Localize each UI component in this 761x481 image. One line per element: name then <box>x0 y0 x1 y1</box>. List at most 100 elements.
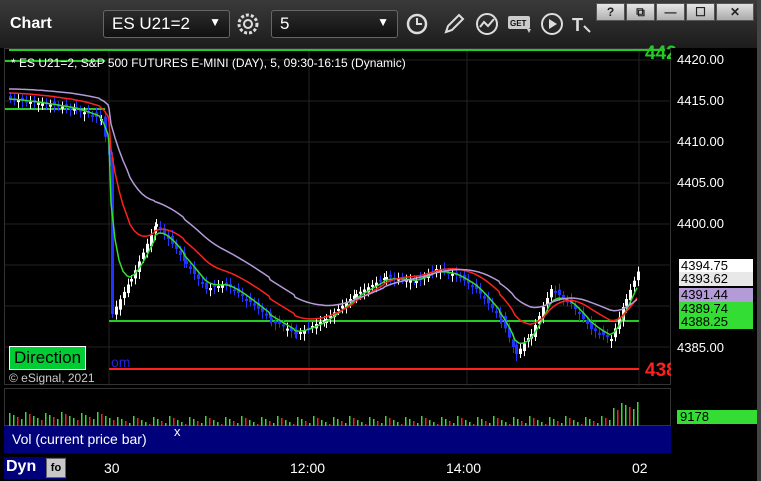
volume-bar <box>569 418 571 426</box>
volume-bar <box>533 418 535 426</box>
close-icon[interactable]: x <box>174 424 181 439</box>
volume-bar <box>629 407 631 426</box>
time-tick: 12:00 <box>290 460 326 476</box>
get-icon[interactable]: GET <box>506 10 534 38</box>
chart-description: * ES U21=2, S&P 500 FUTURES E-MINI (DAY)… <box>11 56 406 70</box>
price-axis[interactable]: 4420.00 4415.00 4410.00 4405.00 4400.00 … <box>671 48 757 385</box>
volume-bar <box>425 418 427 426</box>
volume-bar <box>353 418 355 426</box>
volume-bar <box>601 416 603 426</box>
candle-body <box>341 305 344 309</box>
candle-body <box>119 299 122 310</box>
volume-bar <box>17 417 19 426</box>
chevron-down-icon: ▼ <box>209 15 221 29</box>
volume-bar <box>369 417 371 426</box>
direction-label: Direction <box>9 346 87 370</box>
volume-study-bar[interactable]: Vol (current price bar) x <box>4 424 671 453</box>
price-tick: 4400.00 <box>677 216 724 231</box>
maximize-icon: ☐ <box>695 5 706 19</box>
volume-bar <box>229 419 231 426</box>
volume-bar <box>25 412 27 426</box>
price-tick: 4415.00 <box>677 93 724 108</box>
volume-bar <box>117 417 119 426</box>
candle-body <box>265 313 268 316</box>
app-title: Chart <box>10 15 52 32</box>
candle-body <box>471 285 474 288</box>
volume-bar <box>61 412 63 426</box>
volume-bar <box>21 419 23 426</box>
maximize-button[interactable]: ☐ <box>686 3 715 21</box>
play-icon[interactable] <box>538 10 566 38</box>
volume-bar <box>89 417 91 426</box>
volume-bar <box>109 418 111 426</box>
fo-icon[interactable]: fo <box>46 458 66 478</box>
candle-body <box>61 106 64 109</box>
volume-study-label: Vol (current price bar) <box>12 431 147 447</box>
volume-bar <box>121 419 123 426</box>
volume-bar <box>65 414 67 426</box>
volume-bar <box>33 416 35 426</box>
copyright: © eSignal, 2021 <box>9 371 95 385</box>
candle-body <box>633 280 636 287</box>
volume-bar <box>565 416 567 426</box>
candle-body <box>155 224 158 227</box>
candle-body <box>282 324 285 327</box>
volume-bar <box>245 418 247 426</box>
candle-body <box>91 115 94 117</box>
help-button[interactable]: ? <box>596 3 625 21</box>
volume-bar <box>589 419 591 426</box>
study-icon[interactable] <box>473 10 501 38</box>
volume-bar <box>585 417 587 426</box>
volume-bar <box>313 416 315 426</box>
volume-bar <box>389 418 391 426</box>
clock-icon[interactable] <box>403 10 431 38</box>
chevron-down-icon: ▼ <box>377 15 389 29</box>
volume-bar <box>617 410 619 426</box>
symbol-input[interactable]: ES U21=2 ▼ <box>103 10 230 38</box>
volume-bar <box>517 419 519 426</box>
candle-body <box>245 299 248 301</box>
volume-bar <box>157 419 159 426</box>
volume-bar <box>37 418 39 426</box>
time-axis[interactable]: Dyn fo 30 12:00 14:00 02 <box>0 455 761 481</box>
interval-select[interactable]: 5 ▼ <box>271 10 398 38</box>
restore-icon: ⧉ <box>636 4 645 19</box>
candle-body <box>415 281 418 283</box>
price-tick: 4420.00 <box>677 52 724 67</box>
volume-bar <box>53 417 55 426</box>
candle-body <box>451 273 454 276</box>
volume-bar <box>137 418 139 426</box>
volume-bar <box>265 419 267 426</box>
volume-bar <box>301 419 303 426</box>
chart-canvas <box>5 49 672 386</box>
close-button[interactable]: ✕ <box>716 3 754 21</box>
candle-body <box>209 288 212 291</box>
dynamic-button[interactable]: Dyn fo <box>4 457 66 479</box>
pencil-icon[interactable] <box>440 10 468 38</box>
volume-bar <box>333 417 335 426</box>
candle-body <box>625 299 628 306</box>
candle-body <box>483 296 486 299</box>
price-chart[interactable]: * ES U21=2, S&P 500 FUTURES E-MINI (DAY)… <box>4 43 677 386</box>
price-tick: 4410.00 <box>677 134 724 149</box>
candle-body <box>49 104 52 107</box>
candle-body <box>123 291 126 299</box>
ma-tag-purple: 4391.44 <box>679 288 753 302</box>
candle-body <box>606 335 609 337</box>
ma-tag-white: 4393.62 <box>679 272 753 286</box>
volume-bar <box>421 416 423 426</box>
volume-bar <box>105 416 107 426</box>
volume-canvas <box>9 402 639 426</box>
refresh-gear-icon[interactable] <box>234 10 262 38</box>
volume-bar <box>549 417 551 426</box>
candle-body <box>217 286 220 288</box>
volume-bar <box>97 412 99 426</box>
minimize-button[interactable]: — <box>656 3 685 21</box>
volume-bar <box>49 415 51 426</box>
volume-pane[interactable] <box>4 388 671 426</box>
volume-bar <box>93 419 95 426</box>
volume-bar <box>57 419 59 426</box>
restore-button[interactable]: ⧉ <box>626 3 655 21</box>
volume-bar <box>385 416 387 426</box>
text-icon[interactable]: T <box>568 10 596 38</box>
